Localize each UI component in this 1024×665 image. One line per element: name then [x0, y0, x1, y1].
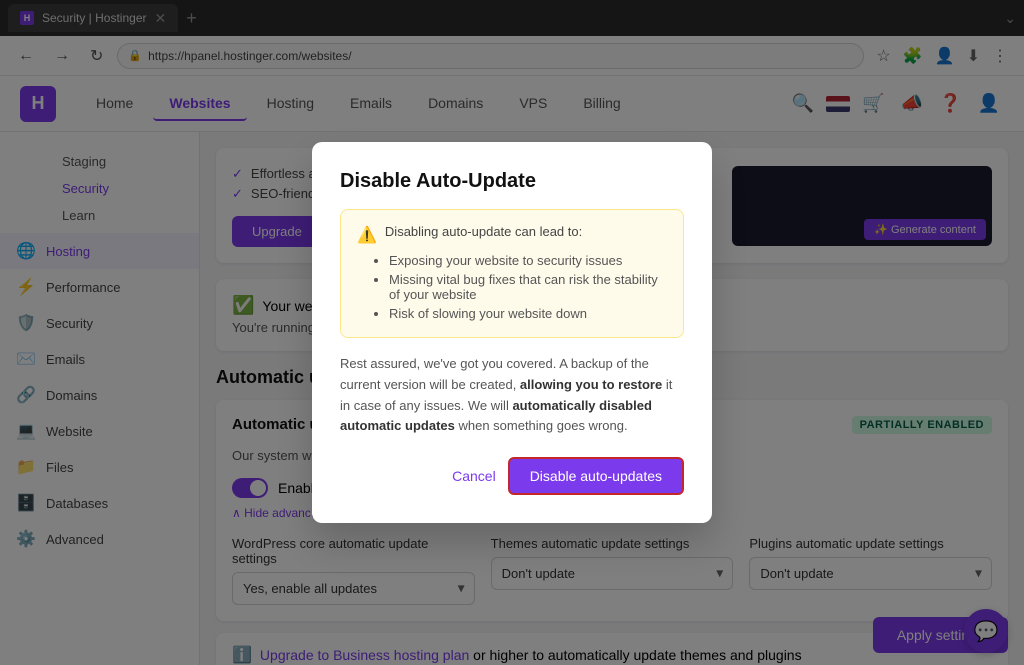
warning-item-2: Missing vital bug fixes that can risk th… — [389, 270, 667, 304]
bold-restore: allowing you to restore — [520, 377, 662, 392]
modal-body-text: Rest assured, we've got you covered. A b… — [340, 354, 684, 437]
warning-box-header: ⚠️ Disabling auto-update can lead to: — [357, 224, 667, 245]
warning-item-1: Exposing your website to security issues — [389, 251, 667, 270]
disable-autoupdates-button[interactable]: Disable auto-updates — [508, 457, 684, 495]
warning-title: Disabling auto-update can lead to: — [385, 224, 582, 239]
warning-item-3: Risk of slowing your website down — [389, 304, 667, 323]
bold-disabled: automatically disabled automatic updates — [340, 398, 652, 434]
modal-overlay: Disable Auto-Update ⚠️ Disabling auto-up… — [0, 0, 1024, 665]
cancel-button[interactable]: Cancel — [452, 468, 496, 484]
warning-box: ⚠️ Disabling auto-update can lead to: Ex… — [340, 209, 684, 338]
modal-actions: Cancel Disable auto-updates — [340, 457, 684, 495]
disable-autoupdate-modal: Disable Auto-Update ⚠️ Disabling auto-up… — [312, 142, 712, 523]
warning-icon: ⚠️ — [357, 225, 377, 245]
warning-list: Exposing your website to security issues… — [389, 251, 667, 323]
modal-title: Disable Auto-Update — [340, 170, 684, 193]
